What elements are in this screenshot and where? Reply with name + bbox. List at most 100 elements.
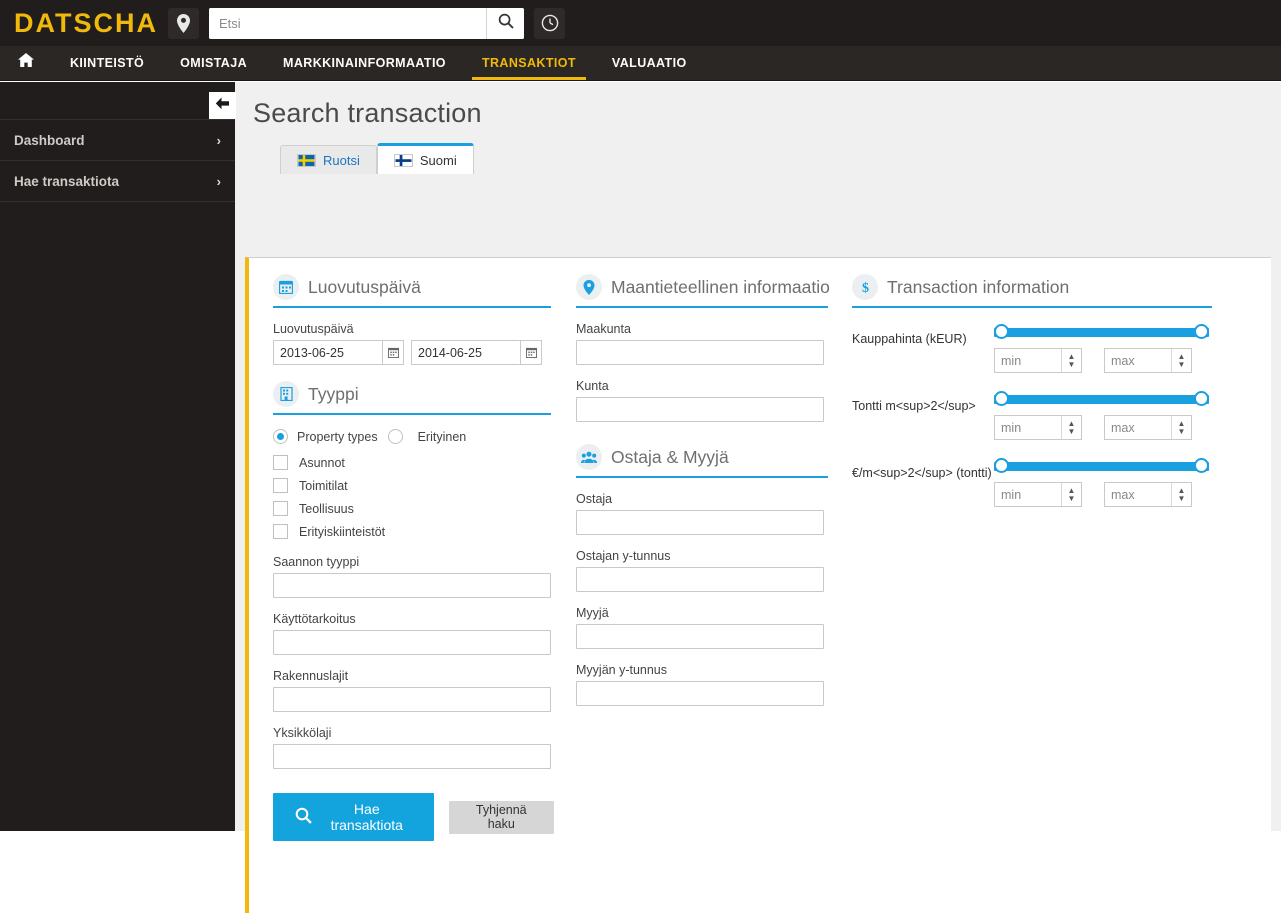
range-slider[interactable] — [994, 389, 1209, 409]
stepper-buttons[interactable]: ▲ ▼ — [1061, 416, 1081, 439]
tab-label: Ruotsi — [323, 152, 360, 168]
section-header-geo: Maantieteellinen informaatio — [576, 274, 834, 306]
ostaja-input[interactable] — [576, 510, 824, 535]
section-divider — [273, 306, 551, 308]
kunta-input[interactable] — [576, 397, 824, 422]
nav-label: VALUAATIO — [611, 56, 687, 70]
language-tabs: Ruotsi Suomi — [280, 143, 1281, 174]
date-to-calendar-button[interactable] — [520, 340, 542, 365]
kauppahinta-max-input[interactable] — [1105, 349, 1171, 372]
nav-home-button[interactable] — [0, 46, 52, 80]
sidebar-header — [0, 82, 235, 120]
checkbox-label: Erityiskiinteistöt — [299, 524, 386, 539]
section-title: Ostaja & Myyjä — [611, 446, 729, 467]
maakunta-input[interactable] — [576, 340, 824, 365]
kauppahinta-min-stepper[interactable]: ▲▼ — [994, 348, 1082, 373]
yksikkolaji-input[interactable] — [273, 744, 551, 769]
radio-indicator — [387, 429, 403, 444]
section-title: Luovutuspäivä — [308, 276, 421, 297]
saannon-tyyppi-input[interactable] — [273, 573, 551, 598]
stepper-buttons[interactable]: ▲ ▼ — [1061, 349, 1081, 372]
eur-per-m2-max-stepper[interactable]: ▲▼ — [1104, 482, 1192, 507]
section-header-parties: Ostaja & Myyjä — [576, 444, 834, 476]
ostajan-y-tunnus-input[interactable] — [576, 567, 824, 592]
date-from-calendar-button[interactable] — [382, 340, 404, 365]
checkbox-asunnot[interactable]: Asunnot — [273, 455, 554, 470]
slider-min-handle[interactable] — [994, 391, 1009, 406]
tontti-min-input[interactable] — [995, 416, 1061, 439]
eur-per-m2-max-input[interactable] — [1105, 483, 1171, 506]
stepper-buttons[interactable]: ▲ ▼ — [1171, 416, 1191, 439]
slider-max-handle[interactable] — [1194, 391, 1209, 406]
chevron-down-icon[interactable]: ▼ — [1068, 360, 1076, 369]
nav-item-kiinteisto[interactable]: KIINTEISTÖ — [52, 46, 162, 80]
users-icon — [576, 444, 602, 470]
slider-min-handle[interactable] — [994, 324, 1009, 339]
sidebar-item-dashboard[interactable]: Dashboard › — [0, 120, 235, 161]
rakennuslajit-input[interactable] — [273, 687, 551, 712]
chevron-down-icon[interactable]: ▼ — [1178, 360, 1186, 369]
nav-item-valuaatio[interactable]: VALUAATIO — [594, 46, 705, 80]
ostajan-y-tunnus-label: Ostajan y-tunnus — [576, 549, 671, 563]
yksikkolaji-label: Yksikkölaji — [273, 726, 332, 740]
radio-erityinen[interactable]: Erityinen — [387, 429, 467, 444]
nav-item-omistaja[interactable]: OMISTAJA — [162, 46, 265, 80]
sidebar-item-hae-transaktiota[interactable]: Hae transaktiota › — [0, 161, 235, 202]
search-input[interactable] — [209, 7, 486, 39]
top-bar: DATSCHA — [0, 0, 1281, 46]
slider-eur-per-m2-tontti: €/m<sup>2</sup> (tontti) ▲▼ — [852, 456, 1234, 507]
chevron-down-icon[interactable]: ▼ — [1178, 494, 1186, 503]
ostaja-label: Ostaja — [576, 492, 613, 506]
checkbox-toimitilat[interactable]: Toimitilat — [273, 478, 554, 493]
tab-ruotsi[interactable]: Ruotsi — [280, 145, 377, 174]
range-slider[interactable] — [994, 322, 1209, 342]
chevron-right-icon: › — [216, 132, 221, 148]
range-slider[interactable] — [994, 456, 1209, 476]
slider-min-handle[interactable] — [994, 458, 1009, 473]
date-from-input[interactable] — [273, 340, 382, 365]
eur-per-m2-min-input[interactable] — [995, 483, 1061, 506]
stepper-buttons[interactable]: ▲ ▼ — [1061, 483, 1081, 506]
search-transactions-button[interactable]: Hae transaktiota — [273, 793, 434, 841]
checkbox-erityiskiinteistot[interactable]: Erityiskiinteistöt — [273, 524, 554, 539]
section-divider — [576, 306, 828, 308]
tontti-min-stepper[interactable]: ▲▼ — [994, 415, 1082, 440]
slider-max-handle[interactable] — [1194, 324, 1209, 339]
stepper-buttons[interactable]: ▲ ▼ — [1171, 349, 1191, 372]
nav-item-transaktiot[interactable]: TRANSAKTIOT — [464, 46, 594, 80]
chevron-down-icon[interactable]: ▼ — [1178, 427, 1186, 436]
checkbox-indicator — [273, 501, 288, 516]
kayttotarkoitus-input[interactable] — [273, 630, 551, 655]
rakennuslajit-label: Rakennuslajit — [273, 669, 349, 683]
history-button[interactable] — [534, 7, 565, 39]
tontti-max-input[interactable] — [1105, 416, 1171, 439]
clear-search-button[interactable]: Tyhjennä haku — [448, 800, 554, 834]
chevron-down-icon[interactable]: ▼ — [1068, 427, 1076, 436]
chevron-down-icon[interactable]: ▼ — [1068, 494, 1076, 503]
slider-max-handle[interactable] — [1194, 458, 1209, 473]
checkbox-teollisuus[interactable]: Teollisuus — [273, 501, 554, 516]
eur-per-m2-min-stepper[interactable]: ▲▼ — [994, 482, 1082, 507]
section-title: Tyyppi — [308, 383, 359, 404]
date-to-input[interactable] — [411, 340, 520, 365]
kauppahinta-max-stepper[interactable]: ▲▼ — [1104, 348, 1192, 373]
nav-item-markkinainformaatio[interactable]: MARKKINAINFORMAATIO — [265, 46, 464, 80]
radio-label: Erityinen — [417, 429, 467, 444]
checkbox-label: Asunnot — [299, 455, 345, 470]
radio-property-types[interactable]: Property types — [273, 429, 378, 444]
search-submit-button[interactable] — [486, 7, 524, 39]
tontti-max-stepper[interactable]: ▲▼ — [1104, 415, 1192, 440]
nav-label: TRANSAKTIOT — [481, 56, 576, 70]
stepper-buttons[interactable]: ▲ ▼ — [1171, 483, 1191, 506]
tab-label: Suomi — [419, 152, 457, 168]
myyja-input[interactable] — [576, 624, 824, 649]
tab-suomi[interactable]: Suomi — [376, 143, 474, 174]
map-pin-button[interactable] — [168, 7, 199, 39]
myyjan-y-tunnus-input[interactable] — [576, 681, 824, 706]
sidebar-collapse-button[interactable] — [209, 92, 236, 119]
kauppahinta-min-input[interactable] — [995, 349, 1061, 372]
radio-label: Property types — [297, 429, 378, 444]
svg-text:$: $ — [862, 281, 869, 295]
finland-flag-icon — [393, 153, 413, 167]
global-search[interactable] — [209, 7, 524, 39]
